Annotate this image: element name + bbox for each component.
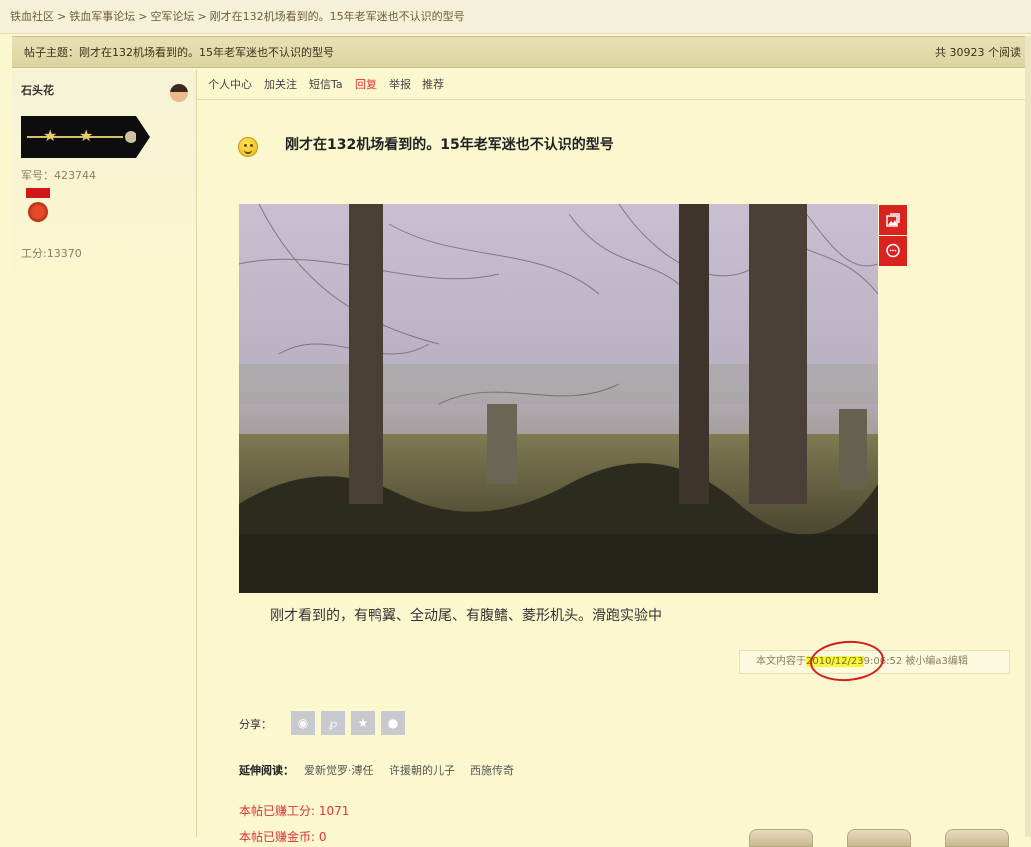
extended-reading-label: 延伸阅读：	[239, 764, 294, 777]
wechat-icon[interactable]: ●	[381, 711, 405, 735]
rank-insignia-tip	[136, 116, 150, 158]
rank-insignia-icon: ★ ★	[21, 116, 137, 158]
action-message[interactable]: 短信Ta	[309, 70, 343, 100]
breadcrumb-separator: >	[57, 10, 67, 23]
action-report[interactable]: 举报	[389, 70, 411, 100]
action-reply[interactable]: 回复	[355, 70, 377, 100]
breadcrumb-item-community[interactable]: 铁血社区	[10, 10, 54, 23]
post-photo[interactable]	[239, 204, 878, 593]
post-title: 刚才在132机场看到的。15年老军迷也不认识的型号	[285, 137, 614, 153]
extended-reading-link[interactable]: 西施传奇	[470, 762, 514, 778]
extended-reading-link[interactable]: 许援朝的儿子	[389, 762, 455, 778]
extended-reading-link[interactable]: 爱新觉罗·溥任	[304, 762, 374, 778]
weibo-icon[interactable]: ◉	[291, 711, 315, 735]
breadcrumb-separator: >	[138, 10, 148, 23]
image-gallery-button[interactable]	[879, 205, 907, 235]
topic-bar: 帖子主题：刚才在132机场看到的。15年老军迷也不认识的型号 共 30923 个…	[12, 36, 1031, 68]
bottom-action-button[interactable]	[945, 829, 1009, 847]
earned-gongfen: 本帖已赚工分: 1071	[239, 804, 350, 818]
gallery-icon	[886, 213, 900, 227]
bottom-action-button[interactable]	[749, 829, 813, 847]
medal-ribbon	[26, 188, 50, 198]
author-sidebar: 石头花 ★ ★ 军号：423744 工分:13370	[12, 70, 197, 837]
breadcrumb-item-airforce-forum[interactable]: 空军论坛	[150, 10, 194, 23]
tencent-weibo-icon[interactable]: ℘	[321, 711, 345, 735]
action-follow[interactable]: 加关注	[264, 70, 297, 100]
action-personal-center[interactable]: 个人中心	[208, 70, 252, 100]
topic-title: 帖子主题：刚才在132机场看到的。15年老军迷也不认识的型号	[24, 46, 334, 59]
read-count: 共 30923 个阅读	[935, 46, 1021, 59]
breadcrumb: 铁血社区 > 铁血军事论坛 > 空军论坛 > 刚才在132机场看到的。15年老军迷也不认识的…	[0, 0, 1031, 34]
breadcrumb-item-current-post: 刚才在132机场看到的。15年老军迷也不认识的型号	[209, 10, 465, 23]
breadcrumb-separator: >	[197, 10, 207, 23]
rank-star-icon: ★	[79, 126, 94, 145]
image-comment-button[interactable]	[879, 236, 907, 266]
author-gongfen: 工分:13370	[21, 247, 82, 260]
comment-icon	[886, 243, 900, 258]
breadcrumb-item-military-forum[interactable]: 铁血军事论坛	[69, 10, 135, 23]
avatar[interactable]	[170, 84, 188, 102]
scrollbar[interactable]	[1025, 36, 1031, 837]
rank-star-icon: ★	[43, 126, 58, 145]
post-action-bar: 个人中心 加关注 短信Ta 回复 举报 推荐	[197, 70, 1031, 100]
share-label: 分享：	[239, 718, 272, 731]
rank-stripe	[27, 136, 123, 138]
edit-note-prefix: 本文内容于	[756, 656, 806, 667]
bottom-action-button[interactable]	[847, 829, 911, 847]
red-annotation-circle	[808, 638, 886, 684]
action-recommend[interactable]: 推荐	[422, 70, 444, 100]
smiley-icon	[238, 137, 258, 157]
post-body: 刚才看到的，有鸭翼、全动尾、有腹鳍、菱形机头。滑跑实验中	[270, 608, 662, 624]
medal-disc	[28, 202, 48, 222]
military-id: 军号：423744	[21, 169, 96, 182]
author-name[interactable]: 石头花	[21, 82, 54, 98]
qzone-star-icon[interactable]: ★	[351, 711, 375, 735]
medal-icon	[26, 188, 50, 234]
